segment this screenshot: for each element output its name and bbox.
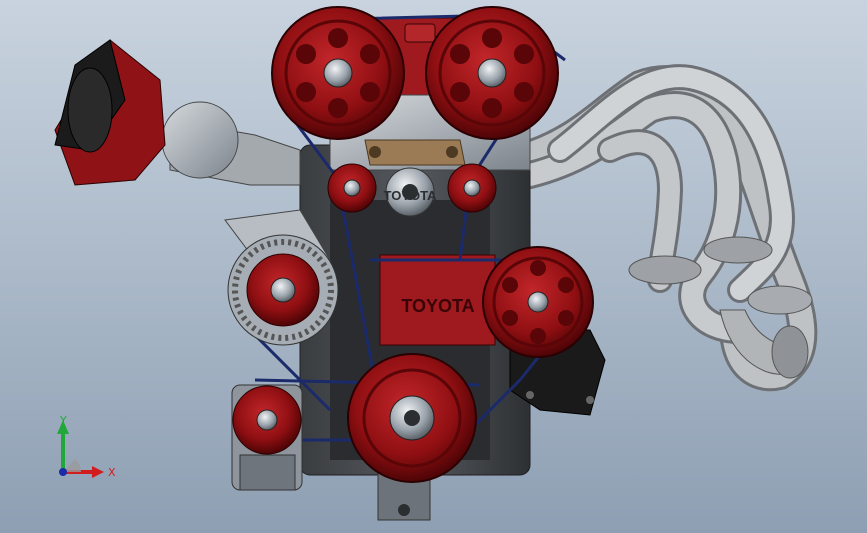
idler-pulley-right[interactable] (447, 163, 497, 213)
intake-cam-pulley[interactable] (271, 6, 405, 140)
power-steering-pump[interactable] (231, 384, 303, 491)
alternator[interactable] (227, 234, 339, 346)
air-intake[interactable] (54, 39, 301, 186)
z-axis-origin-icon (59, 468, 67, 476)
timing-cover[interactable]: TOYOTA (379, 254, 496, 346)
y-axis-label: Y (59, 414, 67, 427)
toyota-logo-text: TOYOTA (384, 188, 438, 203)
toyota-block-text: TOYOTA (401, 296, 474, 316)
coordinate-triad: Y X (57, 414, 116, 479)
3d-model-viewport[interactable]: TOYOTA TOYOTA (0, 0, 867, 533)
idler-pulley-left[interactable] (327, 163, 377, 213)
water-pump-pulley[interactable] (482, 246, 594, 358)
exhaust-cam-pulley[interactable] (425, 6, 559, 140)
x-axis-label: X (108, 466, 116, 479)
crankshaft-pulley[interactable] (347, 353, 477, 483)
x-axis-arrow-icon (92, 466, 104, 478)
tensioner-bracket (364, 139, 466, 166)
